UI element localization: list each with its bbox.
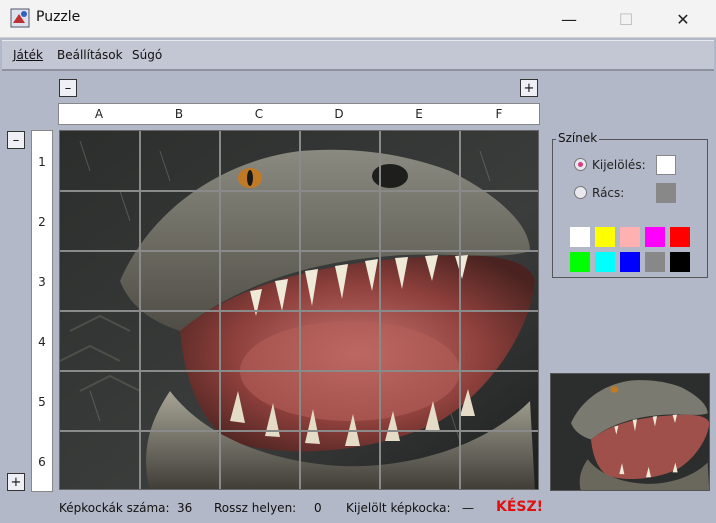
minimize-icon: — [561,9,577,29]
palette-swatch-cyan[interactable] [595,252,615,272]
menu-help[interactable]: Súgó [132,48,162,62]
minimize-button[interactable]: — [546,0,592,38]
selection-color-swatch[interactable] [656,155,676,175]
plus-icon: + [10,474,22,490]
pieces-count-label: Képkockák száma: [59,501,170,515]
grid-radio[interactable] [574,186,587,199]
window-title: Puzzle [36,9,81,25]
palette-swatch-gray[interactable] [645,252,665,272]
grid-label: Rács: [592,186,625,200]
row-label: 5 [38,395,46,409]
app-icon [10,8,30,28]
column-label: A [94,107,104,121]
close-button[interactable]: ✕ [660,0,706,38]
column-zoom-in-button[interactable]: + [520,79,538,97]
row-header: 1 2 3 4 5 6 [31,130,53,492]
minus-icon: – [64,80,72,96]
column-label: E [415,107,423,121]
row-label: 4 [38,335,46,349]
maximize-button[interactable]: ☐ [603,0,649,38]
close-icon: ✕ [676,9,690,29]
palette-swatch-yellow[interactable] [595,227,615,247]
selected-piece-label: Kijelölt képkocka: [346,501,451,515]
palette-swatch-magenta[interactable] [645,227,665,247]
menu-settings[interactable]: Beállítások [57,48,123,62]
selected-piece-value: — [462,501,474,515]
palette-swatch-blue[interactable] [620,252,640,272]
palette-swatch-pink[interactable] [620,227,640,247]
grid-color-swatch[interactable] [656,183,676,203]
column-label: B [174,107,184,121]
row-label: 2 [38,215,46,229]
crocodile-image [60,131,538,489]
row-zoom-in-button[interactable]: + [7,473,25,491]
selection-label: Kijelölés: [592,158,646,172]
column-header: A B C D E F [58,103,540,125]
row-label: 1 [38,155,46,169]
row-zoom-out-button[interactable]: – [7,131,25,149]
column-label: D [334,107,344,121]
selection-radio[interactable] [574,158,587,171]
wrong-place-label: Rossz helyen: [214,501,297,515]
palette-swatch-green[interactable] [570,252,590,272]
puzzle-board[interactable] [59,130,539,490]
pieces-count-value: 36 [177,501,193,515]
plus-icon: + [523,80,535,96]
wrong-place-value: 0 [314,501,322,515]
column-label: C [254,107,264,121]
column-zoom-out-button[interactable]: – [59,79,77,97]
row-label: 6 [38,455,46,469]
palette-swatch-white[interactable] [570,227,590,247]
column-label: F [495,107,503,121]
maximize-icon: ☐ [618,9,634,29]
minus-icon: – [12,132,20,148]
palette-swatch-red[interactable] [670,227,690,247]
done-status: KÉSZ! [496,499,544,515]
colors-panel-title: Színek [556,131,600,145]
row-label: 3 [38,275,46,289]
preview-image [550,373,710,491]
menu-game[interactable]: Játék [13,48,43,62]
palette-swatch-black[interactable] [670,252,690,272]
